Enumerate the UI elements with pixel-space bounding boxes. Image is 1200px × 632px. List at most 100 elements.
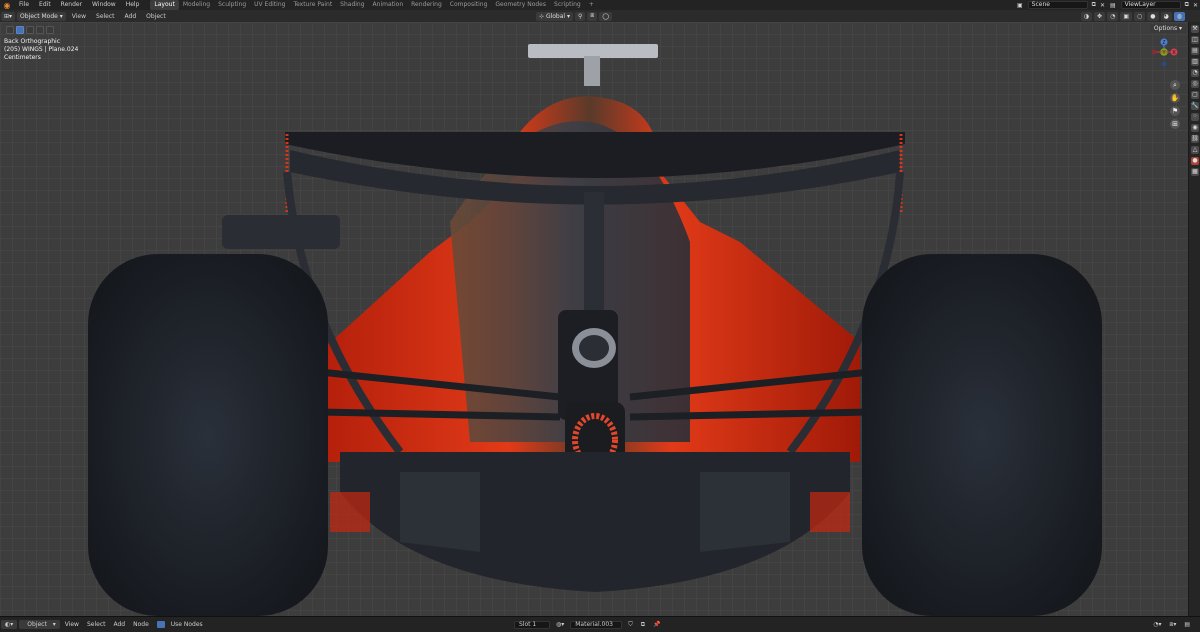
neg-z-axis-handle[interactable] (1161, 61, 1167, 67)
scene-field[interactable]: Scene (1027, 1, 1088, 9)
menu-node[interactable]: Node (129, 621, 153, 628)
proportional-icon[interactable]: ◯ (599, 11, 612, 21)
world-tab-icon[interactable]: ◎ (1191, 80, 1199, 88)
orientation-label: Global (545, 12, 566, 20)
checkbox-icon (156, 621, 165, 628)
menu-select[interactable]: Select (83, 621, 110, 628)
scene-icon[interactable]: ▣ (1014, 2, 1026, 9)
add-workspace-button[interactable]: + (585, 0, 598, 10)
shader-type-label: Object (27, 621, 47, 628)
top-menu-bar: ◉ File Edit Render Window Help Layout Mo… (0, 0, 1200, 10)
grid-toggle-icon[interactable]: ⊞ (1170, 119, 1180, 129)
properties-tab-strip: ⚒ ◫ ▤ ▥ ◔ ◎ ▢ 🔧 ⁘ ◉ ⛓ △ ● ▦ (1188, 22, 1200, 616)
data-tab-icon[interactable]: △ (1191, 146, 1199, 154)
material-icon[interactable]: ◍▾ (552, 621, 568, 628)
tab-scripting[interactable]: Scripting (550, 0, 585, 10)
material-tab-icon[interactable]: ● (1191, 157, 1199, 165)
shader-type-select[interactable]: Object ▾ (19, 620, 60, 629)
render-tab-icon[interactable]: ◫ (1191, 36, 1199, 44)
shading-solid-icon[interactable]: ● (1147, 11, 1159, 21)
tab-shading[interactable]: Shading (336, 0, 368, 10)
units-label: Centimeters (4, 54, 41, 61)
pivot-icon[interactable]: ⚲ (575, 11, 586, 21)
pin-icon[interactable]: 📌 (649, 621, 664, 628)
tab-compositing[interactable]: Compositing (446, 0, 492, 10)
editor-type-button[interactable]: ◐▾ (1, 620, 18, 629)
material-field[interactable]: Material.003 (570, 620, 623, 629)
3d-viewport[interactable]: Back Orthographic (205) WINGS | Plane.02… (0, 22, 1188, 616)
object-info: (205) WINGS | Plane.024 (4, 46, 79, 53)
snap-icon[interactable]: ⧈▾ (1166, 621, 1181, 629)
scene-tab-icon[interactable]: ◔ (1191, 69, 1199, 77)
tab-geometry-nodes[interactable]: Geometry Nodes (491, 0, 550, 10)
gizmo-icon[interactable]: ✥ (1094, 11, 1106, 21)
menu-add[interactable]: Add (120, 13, 142, 20)
view-layer-tab-icon[interactable]: ▥ (1191, 58, 1199, 66)
xray-icon[interactable]: ▣ (1120, 11, 1132, 21)
menu-select[interactable]: Select (91, 13, 120, 20)
options-button[interactable]: Options ▾ (1149, 24, 1186, 33)
airbox-top (528, 44, 658, 58)
sidebar-toggle-icon[interactable]: ▤ (1180, 621, 1194, 628)
shield-icon[interactable]: ⛉ (624, 621, 637, 629)
tab-texture-paint[interactable]: Texture Paint (289, 0, 336, 10)
constraints-tab-icon[interactable]: ⛓ (1191, 135, 1199, 143)
z-axis-label: Z (1162, 40, 1165, 46)
pan-hand-icon[interactable]: ✋ (1170, 93, 1180, 103)
copy-icon[interactable]: ⧉ (637, 621, 649, 629)
overlay-icon[interactable]: ◔ (1107, 11, 1119, 21)
copy-icon[interactable]: ⧉ (1090, 1, 1098, 9)
tab-animation[interactable]: Animation (369, 0, 408, 10)
visibility-icon[interactable]: ◑ (1080, 11, 1093, 21)
shading-wire-icon[interactable]: ○ (1134, 11, 1146, 21)
snap-icon[interactable]: ⧈ (587, 11, 598, 21)
shading-material-icon[interactable]: ◕ (1160, 11, 1172, 21)
right-rear-tire (862, 254, 1102, 616)
texture-tab-icon[interactable]: ▦ (1191, 168, 1199, 176)
mode-label: Object Mode (20, 12, 58, 20)
viewport-header: ⊞▾ Object Mode ▾ View Select Add Object … (0, 10, 1200, 22)
menu-object[interactable]: Object (141, 13, 171, 20)
wing-pillar (584, 192, 604, 312)
modifier-tab-icon[interactable]: 🔧 (1191, 102, 1199, 110)
slot-select[interactable]: Slot 1 (514, 620, 550, 629)
blender-logo-icon[interactable]: ◉ (0, 0, 14, 10)
tab-rendering[interactable]: Rendering (407, 0, 446, 10)
options-label: Options (1153, 25, 1178, 32)
editor-type-button[interactable]: ⊞▾ (1, 11, 16, 21)
airbox-stem (584, 56, 600, 86)
menu-edit[interactable]: Edit (34, 0, 56, 10)
tab-layout[interactable]: Layout (150, 0, 179, 10)
overlay-icon[interactable]: ◔▾ (1149, 621, 1165, 628)
menu-add[interactable]: Add (109, 621, 129, 628)
tab-modeling[interactable]: Modeling (179, 0, 214, 10)
menu-window[interactable]: Window (87, 0, 121, 10)
shading-render-icon[interactable]: ◍ (1173, 11, 1185, 21)
particles-tab-icon[interactable]: ⁘ (1191, 113, 1199, 121)
object-tab-icon[interactable]: ▢ (1191, 91, 1199, 99)
close-icon[interactable]: ✕ (1191, 2, 1200, 9)
orientation-select[interactable]: ⊹ Global ▾ (536, 11, 573, 21)
axis-gizmo[interactable]: Z Y X (1150, 38, 1178, 84)
tab-uv-editing[interactable]: UV Editing (250, 0, 289, 10)
output-tab-icon[interactable]: ▤ (1191, 47, 1199, 55)
menu-view[interactable]: View (67, 13, 91, 20)
tool-tab-icon[interactable]: ⚒ (1191, 25, 1199, 33)
viewport-info: Back Orthographic (205) WINGS | Plane.02… (4, 38, 78, 62)
view-layer-icon[interactable]: ▤ (1107, 2, 1119, 9)
close-icon[interactable]: ✕ (1098, 2, 1107, 9)
menu-view[interactable]: View (61, 621, 83, 628)
view-layer-field[interactable]: ViewLayer (1120, 1, 1181, 9)
physics-tab-icon[interactable]: ◉ (1191, 124, 1199, 132)
zoom-icon[interactable]: ⌕ (1170, 80, 1180, 90)
copy-icon[interactable]: ⧉ (1183, 1, 1191, 9)
menu-file[interactable]: File (14, 0, 34, 10)
mode-select[interactable]: Object Mode ▾ (17, 11, 66, 21)
menu-render[interactable]: Render (56, 0, 87, 10)
menu-help[interactable]: Help (121, 0, 145, 10)
use-nodes-toggle[interactable]: Use Nodes (153, 621, 211, 628)
camera-view-icon[interactable]: ⚑ (1170, 106, 1180, 116)
neg-x-axis-handle[interactable] (1151, 49, 1157, 55)
exhaust-inner (579, 335, 609, 361)
tab-sculpting[interactable]: Sculpting (214, 0, 250, 10)
